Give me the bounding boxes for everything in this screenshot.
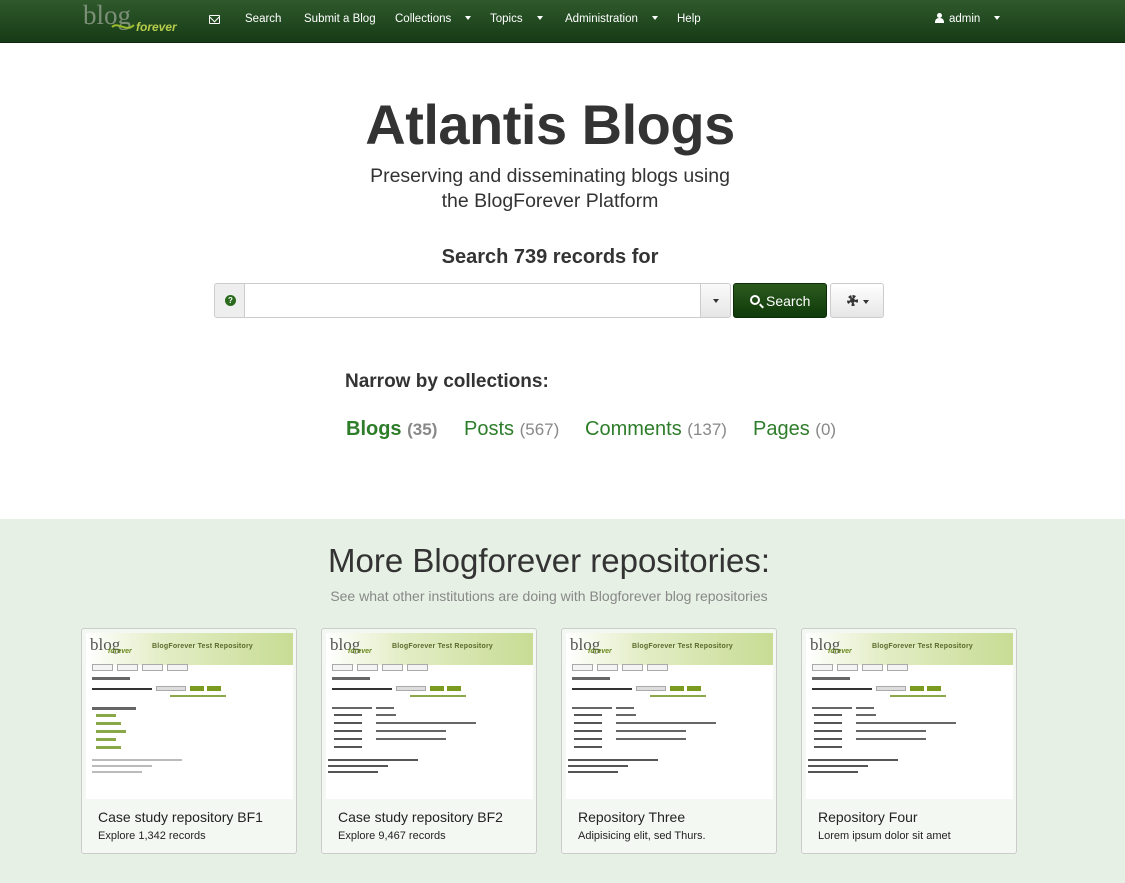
thumb-header-text: BlogForever Test Repository — [392, 643, 493, 650]
collection-link-pages[interactable]: Pages (0) — [753, 418, 836, 441]
search-button-label: Search — [766, 293, 811, 309]
user-icon — [935, 13, 944, 23]
nav-collections-label: Collections — [395, 13, 452, 25]
repository-screenshot: blog forever BlogForever Test Repository — [326, 633, 533, 799]
repository-screenshot: blog forever BlogForever Test Repository — [806, 633, 1013, 799]
repository-description: Explore 9,467 records — [338, 830, 446, 842]
nav-administration-dropdown[interactable]: Administration — [565, 13, 658, 25]
gear-icon — [847, 295, 858, 306]
thumb-logo-sub: forever — [828, 648, 852, 655]
repositories-title: More Blogforever repositories: — [327, 542, 771, 579]
nav-submit-blog[interactable]: Submit a Blog — [304, 13, 376, 25]
nav-search[interactable]: Search — [245, 13, 281, 25]
chevron-down-icon — [863, 300, 869, 304]
repository-card[interactable]: blog forever BlogForever Test Repository Re… — [801, 628, 1017, 854]
search-button[interactable]: Search — [733, 283, 827, 318]
svg-text:blog: blog — [83, 1, 131, 30]
question-icon: ? — [225, 295, 236, 306]
user-name: admin — [949, 13, 981, 25]
chevron-down-icon — [994, 15, 1001, 20]
repository-card[interactable]: blog forever BlogForever Test Repository Ca… — [81, 628, 297, 854]
search-input[interactable] — [244, 283, 701, 318]
search-help-button[interactable]: ? — [214, 283, 245, 318]
collections-heading: Narrow by collections: — [345, 371, 549, 392]
user-menu-dropdown[interactable]: admin — [935, 13, 1001, 25]
nav-administration-label: Administration — [565, 13, 638, 25]
collection-link-comments[interactable]: Comments (137) — [585, 418, 727, 441]
thumb-tabs — [812, 658, 942, 671]
collection-name: Comments — [585, 418, 682, 440]
thumb-tabs — [92, 658, 222, 671]
thumb-logo-sub: forever — [108, 648, 132, 655]
repository-screenshot: blog forever BlogForever Test Repository — [566, 633, 773, 799]
chevron-down-icon — [651, 15, 658, 20]
search-heading: Search 739 records for — [441, 246, 659, 268]
repository-card[interactable]: blog forever BlogForever Test Repository Re… — [561, 628, 777, 854]
nav-collections-dropdown[interactable]: Collections — [395, 13, 472, 25]
collection-count: (137) — [687, 420, 727, 439]
nav-topics-dropdown[interactable]: Topics — [490, 13, 543, 25]
page-subtitle: Preserving and disseminating blogs using… — [0, 164, 1100, 214]
repository-title: Repository Three — [578, 809, 686, 825]
repository-card[interactable]: blog forever BlogForever Test Repository Ca… — [321, 628, 537, 854]
subtitle-line-2: the BlogForever Platform — [441, 190, 659, 212]
search-settings-button[interactable] — [830, 283, 884, 318]
repository-title: Case study repository BF2 — [338, 809, 503, 825]
subtitle-line-1: Preserving and disseminating blogs using — [370, 165, 730, 187]
thumb-logo-sub: forever — [588, 648, 612, 655]
chevron-down-icon — [465, 15, 472, 20]
nav-help[interactable]: Help — [677, 13, 701, 25]
repositories-subtitle: See what other institutions are doing wi… — [330, 588, 768, 604]
svg-text:forever: forever — [136, 20, 178, 34]
thumb-header-text: BlogForever Test Repository — [872, 643, 973, 650]
collection-name: Pages — [753, 418, 810, 440]
nav-topics-label: Topics — [490, 13, 523, 25]
collection-name: Blogs — [346, 418, 402, 440]
thumb-header-text: BlogForever Test Repository — [152, 643, 253, 650]
collection-count: (35) — [407, 420, 438, 439]
collection-link-posts[interactable]: Posts (567) — [464, 418, 559, 441]
search-icon — [750, 295, 760, 305]
repository-description: Explore 1,342 records — [98, 830, 206, 842]
repository-screenshot: blog forever BlogForever Test Repository — [86, 633, 293, 799]
collection-name: Posts — [464, 418, 515, 440]
blogforever-logo[interactable]: blog forever — [82, 1, 186, 35]
repository-description: Lorem ipsum dolor sit amet — [818, 830, 951, 842]
thumb-logo-sub: forever — [348, 648, 372, 655]
collection-count: (567) — [519, 420, 560, 439]
search-options-dropdown[interactable] — [700, 283, 731, 318]
page-title: Atlantis Blogs — [365, 93, 735, 156]
mail-icon[interactable] — [209, 15, 220, 24]
chevron-down-icon — [536, 15, 543, 20]
repository-description: Adipisicing elit, sed Thurs. — [578, 830, 706, 842]
collection-count: (0) — [815, 420, 837, 439]
collection-link-blogs[interactable]: Blogs (35) — [346, 418, 437, 441]
repository-title: Repository Four — [818, 809, 918, 825]
top-navbar: blog forever Search Submit a Blog Collec… — [0, 0, 1125, 43]
thumb-header-text: BlogForever Test Repository — [632, 643, 733, 650]
repository-title: Case study repository BF1 — [98, 809, 263, 825]
thumb-tabs — [332, 658, 462, 671]
chevron-down-icon — [713, 299, 719, 303]
thumb-tabs — [572, 658, 702, 671]
